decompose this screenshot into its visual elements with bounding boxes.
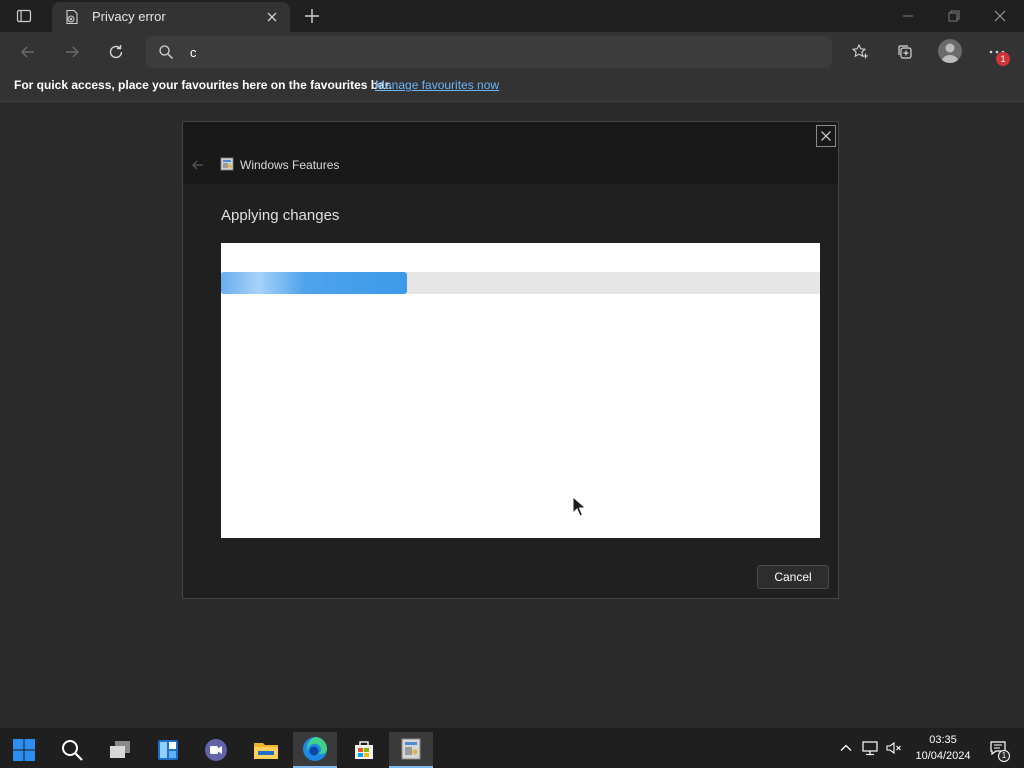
- profile-icon: [941, 43, 959, 63]
- progress-bar-fill: [221, 272, 407, 294]
- notification-badge: 1: [996, 52, 1010, 66]
- network-button[interactable]: [860, 738, 880, 758]
- file-explorer-icon: [254, 743, 278, 759]
- collections-icon: [898, 45, 912, 59]
- store-button[interactable]: [342, 732, 386, 768]
- store-icon: [355, 741, 373, 759]
- back-arrow-icon[interactable]: [191, 158, 205, 172]
- chevron-up-icon: [840, 744, 852, 751]
- favorites-button[interactable]: [849, 41, 871, 63]
- collections-button[interactable]: [894, 41, 916, 63]
- teams-chat-icon: [205, 739, 227, 761]
- file-explorer-button[interactable]: [244, 732, 288, 768]
- dialog-heading: Applying changes: [221, 207, 340, 224]
- widgets-icon: [158, 740, 178, 760]
- show-hidden-icons-button[interactable]: [836, 738, 856, 758]
- progress-bar: [221, 272, 820, 294]
- address-input-value[interactable]: c: [190, 45, 197, 60]
- search-icon: [159, 45, 173, 59]
- tab-title: Privacy error: [92, 9, 166, 24]
- taskbar: 03:35 10/04/2024: [0, 728, 1024, 768]
- restore-icon[interactable]: [944, 6, 964, 26]
- taskbar-search-button[interactable]: [50, 732, 94, 768]
- task-view-button[interactable]: [98, 732, 142, 768]
- windows-features-taskbar-button[interactable]: [389, 732, 433, 768]
- dialog-close-button[interactable]: [816, 125, 836, 147]
- progress-panel: [221, 243, 820, 538]
- network-icon: [862, 741, 878, 756]
- favourites-bar: For quick access, place your favourites …: [0, 72, 1024, 102]
- favorites-star-icon: [851, 43, 868, 59]
- close-window-icon[interactable]: [990, 6, 1010, 26]
- manage-favourites-link[interactable]: Manage favourites now: [375, 78, 499, 92]
- dialog-header: Windows Features: [183, 122, 838, 184]
- windows-features-icon: [220, 157, 234, 171]
- browser-toolbar: c: [0, 32, 1024, 72]
- tab-actions-icon: [16, 9, 32, 23]
- notification-count-badge: 1: [998, 750, 1010, 762]
- dialog-title: Windows Features: [240, 158, 340, 172]
- forward-button[interactable]: [61, 41, 83, 63]
- minimize-icon[interactable]: [898, 6, 918, 26]
- back-arrow-icon: [21, 46, 34, 58]
- volume-muted-icon: [886, 741, 901, 755]
- clock-date: 10/04/2024: [915, 750, 971, 762]
- volume-button[interactable]: [884, 738, 904, 758]
- plus-icon[interactable]: [302, 6, 322, 26]
- favourites-bar-message: For quick access, place your favourites …: [14, 78, 393, 92]
- browser-tab[interactable]: Privacy error: [52, 2, 290, 32]
- teams-chat-button[interactable]: [194, 732, 238, 768]
- edge-icon: [303, 737, 327, 761]
- taskbar-clock[interactable]: 03:35 10/04/2024: [908, 732, 978, 764]
- refresh-button[interactable]: [105, 41, 127, 63]
- clock-time: 03:35: [929, 734, 957, 746]
- windows-features-dialog: Windows Features Applying changes Cancel: [182, 121, 839, 599]
- privacy-error-icon: [66, 9, 78, 25]
- search-icon: [62, 740, 83, 761]
- back-button[interactable]: [17, 41, 39, 63]
- task-view-icon: [110, 741, 130, 758]
- mouse-cursor-icon: [572, 496, 587, 517]
- address-bar[interactable]: c: [146, 36, 832, 68]
- windows-start-icon: [13, 739, 35, 761]
- refresh-icon: [109, 45, 123, 59]
- windows-features-icon: [401, 738, 421, 760]
- close-icon[interactable]: [264, 9, 280, 25]
- browser-tab-bar: Privacy error: [0, 0, 1024, 32]
- cancel-button[interactable]: Cancel: [757, 565, 829, 589]
- widgets-button[interactable]: [146, 732, 190, 768]
- tab-actions-button[interactable]: [12, 6, 36, 26]
- forward-arrow-icon: [66, 46, 79, 58]
- edge-taskbar-button[interactable]: [293, 732, 337, 768]
- profile-button[interactable]: [938, 39, 962, 63]
- close-icon: [821, 131, 831, 141]
- start-button[interactable]: [2, 732, 46, 768]
